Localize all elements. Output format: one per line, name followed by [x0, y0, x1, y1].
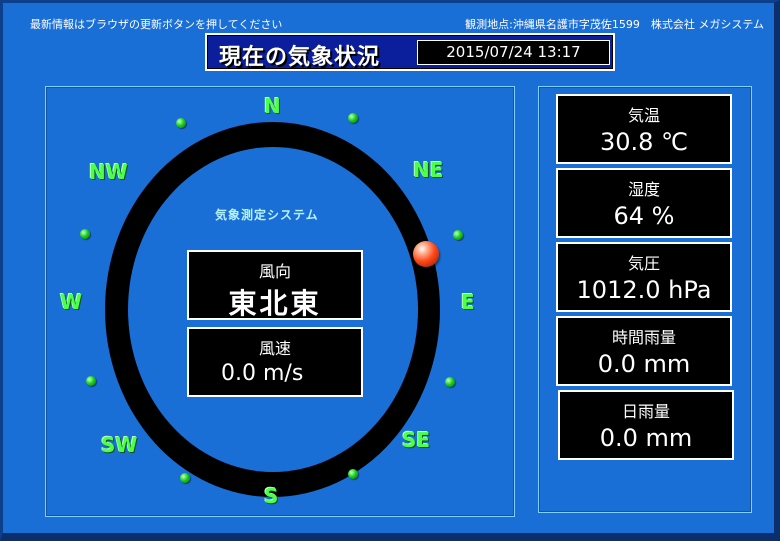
green-dot-icon — [445, 377, 455, 387]
green-dot-icon — [348, 113, 358, 123]
humidity-value: 64 % — [613, 202, 675, 230]
green-dot-icon — [80, 229, 90, 239]
direction-ne: NE — [413, 158, 444, 182]
wind-speed-value: 0.0 m/s — [221, 361, 304, 386]
hourly-rain-label: 時間雨量 — [611, 328, 676, 347]
refresh-notice: 最新情報はブラウザの更新ボタンを押してください — [30, 18, 283, 31]
daily-rain-label: 日雨量 — [621, 402, 670, 421]
direction-s: S — [264, 484, 279, 508]
wind-direction-value: 東北東 — [228, 287, 322, 320]
direction-w: W — [60, 290, 83, 314]
system-label: 気象測定システム — [215, 208, 319, 222]
pressure-label: 気圧 — [627, 254, 660, 273]
temperature-box: 気温 30.8 ℃ — [556, 94, 732, 164]
pressure-value: 1012.0 hPa — [576, 276, 712, 304]
temperature-value: 30.8 ℃ — [599, 128, 689, 156]
title-bar: 現在の気象状況 2015/07/24 13:17 — [205, 33, 615, 71]
humidity-box: 湿度 64 % — [556, 168, 732, 238]
temperature-label: 気温 — [627, 106, 660, 125]
wind-speed-label: 風速 — [258, 339, 291, 358]
green-dot-icon — [348, 469, 358, 479]
humidity-label: 湿度 — [627, 180, 660, 199]
direction-nw: NW — [89, 160, 128, 184]
hourly-rain-box: 時間雨量 0.0 mm — [556, 316, 732, 386]
green-dot-icon — [453, 230, 463, 240]
direction-n: N — [264, 94, 281, 118]
direction-e: E — [461, 290, 475, 314]
green-dot-icon — [176, 118, 186, 128]
green-dot-icon — [180, 473, 190, 483]
wind-speed-box: 風速 0.0 m/s — [187, 327, 363, 397]
observation-location: 観測地点:沖縄県名護市字茂佐1599 株式会社 メガシステム — [465, 18, 764, 31]
observation-datetime: 2015/07/24 13:17 — [417, 40, 610, 65]
pressure-box: 気圧 1012.0 hPa — [556, 242, 732, 312]
green-dot-icon — [86, 376, 96, 386]
wind-direction-label: 風向 — [258, 262, 291, 281]
direction-sw: SW — [101, 433, 138, 457]
daily-rain-box: 日雨量 0.0 mm — [558, 390, 734, 460]
red-ball-icon — [413, 241, 439, 267]
daily-rain-value: 0.0 mm — [599, 424, 693, 452]
wind-direction-box: 風向 東北東 — [187, 250, 363, 320]
hourly-rain-value: 0.0 mm — [597, 350, 691, 378]
page-title: 現在の気象状況 — [219, 45, 381, 70]
direction-se: SE — [402, 428, 431, 452]
